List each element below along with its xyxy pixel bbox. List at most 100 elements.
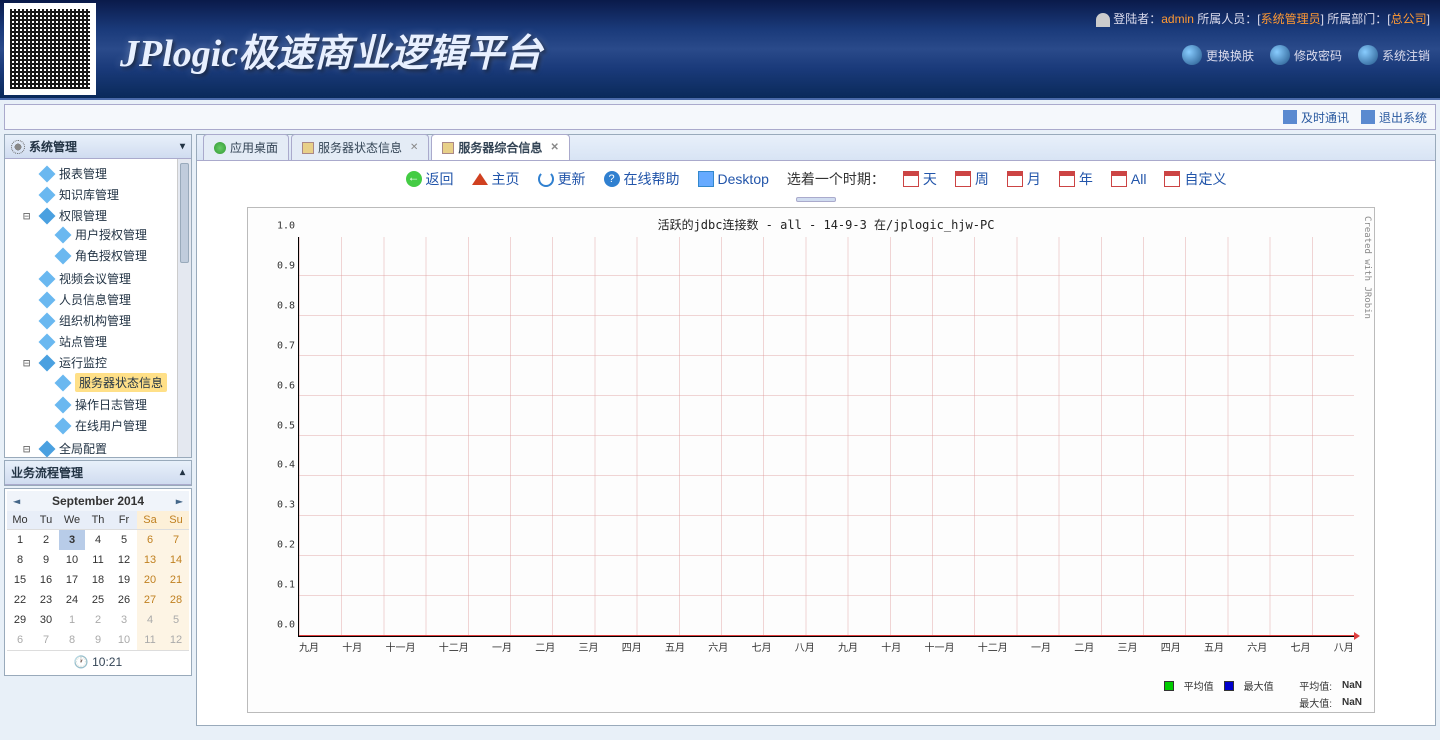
- calendar-day[interactable]: 30: [33, 610, 59, 630]
- doc-icon: [302, 142, 314, 154]
- calendar-day[interactable]: 8: [7, 550, 33, 570]
- tree-node[interactable]: 用户授权管理: [39, 226, 189, 243]
- tab-label: 服务器综合信息: [458, 139, 542, 156]
- tree-label: 全局配置: [59, 440, 107, 457]
- calendar-day[interactable]: 14: [163, 550, 189, 570]
- period-day-button[interactable]: 天: [903, 169, 937, 189]
- tab[interactable]: 服务器综合信息 ✕: [431, 134, 569, 160]
- desktop-button[interactable]: Desktop: [698, 171, 769, 187]
- tree-node[interactable]: 视频会议管理: [23, 270, 189, 287]
- calendar-day[interactable]: 22: [7, 590, 33, 610]
- home-button[interactable]: 主页: [472, 169, 520, 189]
- calendar-day[interactable]: 11: [137, 630, 163, 650]
- tree-node[interactable]: ⊟运行监控: [23, 354, 189, 371]
- period-month-button[interactable]: 月: [1007, 169, 1041, 189]
- tree-node[interactable]: 操作日志管理: [39, 396, 189, 413]
- calendar-day[interactable]: 28: [163, 590, 189, 610]
- calendar-day[interactable]: 2: [85, 610, 111, 630]
- tree-node[interactable]: 组织机构管理: [23, 312, 189, 329]
- calendar-day[interactable]: 26: [111, 590, 137, 610]
- period-week-button[interactable]: 周: [955, 169, 989, 189]
- app-title: JPlogic极速商业逻辑平台: [120, 22, 542, 77]
- tree-node[interactable]: ⊟权限管理: [23, 207, 189, 224]
- tab[interactable]: 应用桌面: [203, 134, 289, 160]
- tree-node[interactable]: ⊟全局配置: [23, 440, 189, 457]
- calendar-day[interactable]: 5: [163, 610, 189, 630]
- calendar-day[interactable]: 3: [111, 610, 137, 630]
- workflow-header[interactable]: 业务流程管理 ▴: [5, 461, 191, 485]
- calendar-day[interactable]: 6: [7, 630, 33, 650]
- x-tick-label: 三月: [579, 639, 599, 654]
- calendar-day[interactable]: 2: [33, 530, 59, 550]
- calendar-day[interactable]: 25: [85, 590, 111, 610]
- scrollbar-thumb[interactable]: [180, 163, 189, 263]
- calendar-day[interactable]: 6: [137, 530, 163, 550]
- calendar-day[interactable]: 5: [111, 530, 137, 550]
- tree-node[interactable]: 站点管理: [23, 333, 189, 350]
- tree-node[interactable]: 角色授权管理: [39, 247, 189, 264]
- calendar-day[interactable]: 4: [85, 530, 111, 550]
- calendar-day[interactable]: 15: [7, 570, 33, 590]
- refresh-button[interactable]: 更新: [538, 169, 586, 189]
- x-tick-label: 十二月: [978, 639, 1008, 654]
- calendar-day[interactable]: 12: [111, 550, 137, 570]
- im-button[interactable]: 及时通讯: [1283, 109, 1349, 126]
- calendar-day[interactable]: 18: [85, 570, 111, 590]
- scrollbar[interactable]: [177, 159, 191, 457]
- calendar-day[interactable]: 23: [33, 590, 59, 610]
- skin-icon: [1182, 45, 1202, 65]
- logout-button[interactable]: 系统注销: [1358, 45, 1430, 65]
- period-year-button[interactable]: 年: [1059, 169, 1093, 189]
- tree-node[interactable]: 服务器状态信息: [39, 373, 189, 392]
- calendar-day[interactable]: 10: [59, 550, 85, 570]
- change-skin-button[interactable]: 更换换肤: [1182, 45, 1254, 65]
- tree-node[interactable]: 在线用户管理: [39, 417, 189, 434]
- dept-link[interactable]: 总公司: [1391, 12, 1427, 26]
- calendar-day[interactable]: 9: [85, 630, 111, 650]
- diamond-icon: [39, 440, 56, 457]
- close-icon[interactable]: ✕: [550, 142, 558, 153]
- calendar-day[interactable]: 29: [7, 610, 33, 630]
- tree-label: 服务器状态信息: [75, 373, 167, 392]
- calendar-day[interactable]: 20: [137, 570, 163, 590]
- calendar-day[interactable]: 21: [163, 570, 189, 590]
- tree-node[interactable]: 报表管理: [23, 165, 189, 182]
- tab[interactable]: 服务器状态信息✕: [291, 134, 429, 160]
- calendar-day[interactable]: 1: [7, 530, 33, 550]
- exit-system-button[interactable]: 退出系统: [1361, 109, 1427, 126]
- calendar-day[interactable]: 1: [59, 610, 85, 630]
- calendar-day[interactable]: 17: [59, 570, 85, 590]
- calendar-prev-button[interactable]: ◄: [13, 494, 20, 508]
- calendar-day[interactable]: 7: [163, 530, 189, 550]
- calendar-day[interactable]: 27: [137, 590, 163, 610]
- calendar-title[interactable]: September 2014: [52, 494, 144, 508]
- change-password-button[interactable]: 修改密码: [1270, 45, 1342, 65]
- back-button[interactable]: 返回: [406, 169, 454, 189]
- calendar-day[interactable]: 3: [59, 530, 85, 550]
- role-link[interactable]: 系统管理员: [1261, 12, 1321, 26]
- x-tick-label: 二月: [535, 639, 555, 654]
- period-custom-button[interactable]: 自定义: [1164, 169, 1226, 189]
- calendar-day[interactable]: 16: [33, 570, 59, 590]
- calendar-day[interactable]: 10: [111, 630, 137, 650]
- calendar-next-button[interactable]: ►: [176, 494, 183, 508]
- help-button[interactable]: ?在线帮助: [604, 169, 680, 189]
- calendar-day[interactable]: 9: [33, 550, 59, 570]
- close-icon[interactable]: ✕: [410, 142, 418, 153]
- calendar-day[interactable]: 4: [137, 610, 163, 630]
- splitter[interactable]: [197, 197, 1435, 203]
- tree-node[interactable]: 人员信息管理: [23, 291, 189, 308]
- calendar-day[interactable]: 24: [59, 590, 85, 610]
- system-manage-header[interactable]: 系统管理 ▾: [5, 135, 191, 159]
- calendar-day[interactable]: 12: [163, 630, 189, 650]
- calendar-day[interactable]: 8: [59, 630, 85, 650]
- calendar-day[interactable]: 7: [33, 630, 59, 650]
- period-all-button[interactable]: All: [1111, 171, 1147, 187]
- x-tick-label: 四月: [1161, 639, 1181, 654]
- calendar-day[interactable]: 13: [137, 550, 163, 570]
- calendar-day[interactable]: 11: [85, 550, 111, 570]
- login-user-link[interactable]: admin: [1161, 12, 1194, 26]
- tree-node[interactable]: 知识库管理: [23, 186, 189, 203]
- calendar-day[interactable]: 19: [111, 570, 137, 590]
- chevron-down-icon: ▾: [180, 141, 185, 152]
